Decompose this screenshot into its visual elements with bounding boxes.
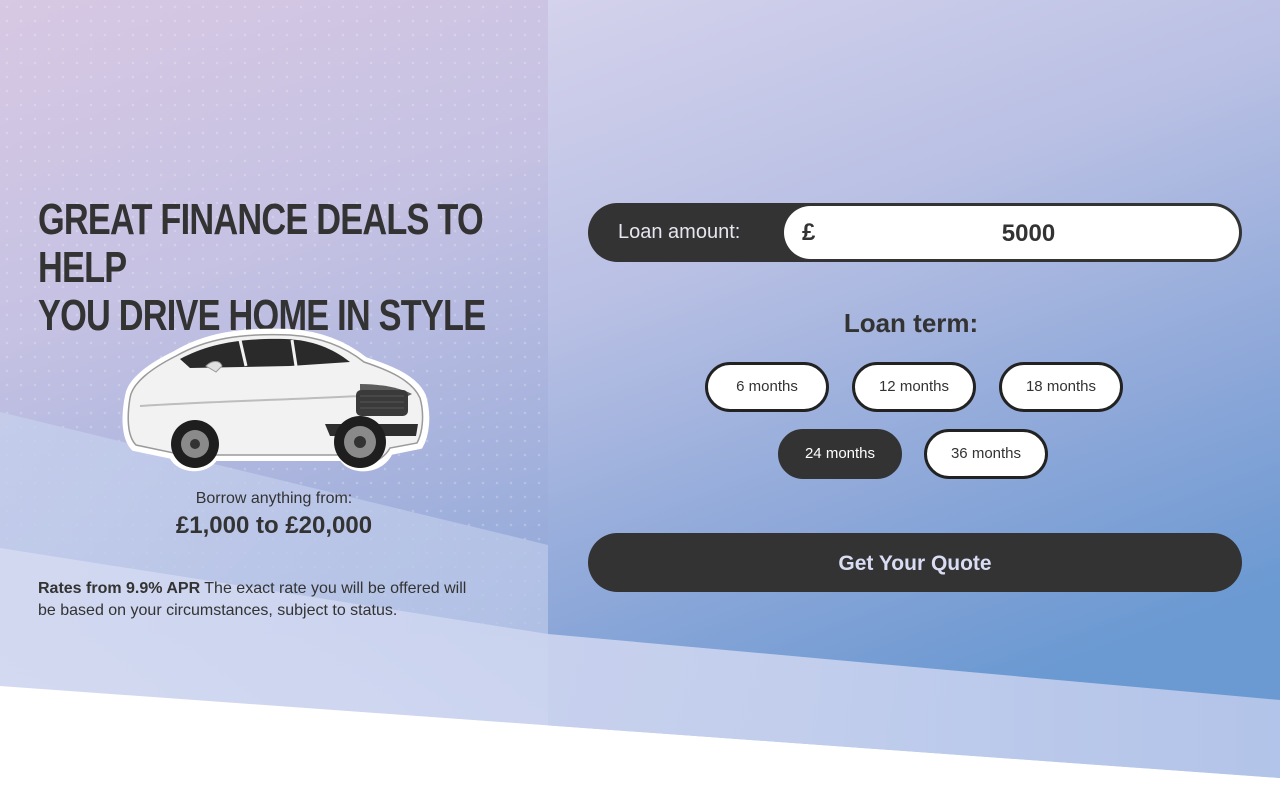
get-quote-button[interactable]: Get Your Quote — [588, 533, 1242, 592]
term-button-36-months[interactable]: 36 months — [924, 429, 1048, 479]
term-button-24-months[interactable]: 24 months — [778, 429, 902, 479]
term-button-12-months[interactable]: 12 months — [852, 362, 976, 412]
rates-apr: Rates from 9.9% APR — [38, 580, 201, 597]
loan-amount-label: Loan amount: — [618, 221, 741, 243]
term-button-18-months[interactable]: 18 months — [999, 362, 1123, 412]
loan-term-title: Loan term: — [843, 308, 979, 338]
pound-sign-icon: £ — [802, 219, 816, 246]
loan-amount-field[interactable]: £ — [784, 206, 1239, 261]
rates-disclaimer: Rates from 9.9% APR The exact rate you w… — [38, 578, 488, 622]
loan-amount-input[interactable] — [834, 206, 1223, 261]
car-image — [122, 328, 430, 472]
borrow-label: Borrow anything from: — [195, 490, 353, 507]
term-button-6-months[interactable]: 6 months — [705, 362, 829, 412]
loan-amount-bar: Loan amount: £ — [588, 203, 1242, 262]
hero-headline-line1: GREAT FINANCE DEALS TO HELP — [38, 195, 484, 292]
borrow-range: £1,000 to £20,000 — [175, 512, 373, 539]
hero-headline: GREAT FINANCE DEALS TO HELP YOU DRIVE HO… — [38, 196, 506, 340]
